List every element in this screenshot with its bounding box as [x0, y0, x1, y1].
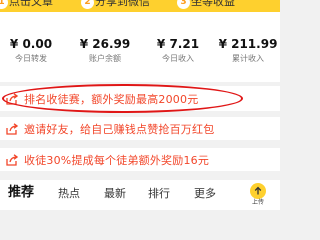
upload-button[interactable]: 上传: [246, 183, 270, 207]
share-icon: [6, 153, 18, 166]
steps-banner: 1 点击文章 2 分享到微信 3 坐等收益: [0, 0, 280, 12]
promo-commission[interactable]: 收徒30%提成每个徒弟额外奖励16元: [0, 148, 280, 171]
promo-text: 收徒30%提成每个徒弟额外奖励16元: [24, 153, 210, 167]
tab-more[interactable]: 更多: [194, 187, 216, 201]
step-label: 点击文章: [9, 0, 53, 8]
stat-today-shares[interactable]: ¥ 0.00 今日转发: [8, 37, 54, 64]
stat-value: ¥ 7.21: [156, 37, 200, 51]
stat-total-income[interactable]: ¥ 211.99 累计收入: [216, 37, 280, 64]
tab-latest[interactable]: 最新: [104, 187, 126, 201]
step-label: 分享到微信: [95, 0, 150, 8]
tab-hot[interactable]: 热点: [58, 187, 80, 201]
upload-label: 上传: [251, 199, 264, 206]
share-icon: [6, 122, 18, 135]
stat-label: 累计收入: [232, 54, 264, 63]
stat-value: ¥ 211.99: [218, 37, 278, 51]
share-icon: [6, 92, 18, 105]
step-number: 3: [177, 0, 190, 9]
promo-invite-friends[interactable]: 邀请好友，给自己赚钱点赞抢百万红包: [0, 117, 280, 140]
step-number: 1: [0, 0, 8, 9]
promo-text: 排名收徒赛，额外奖励最高2000元: [24, 92, 199, 106]
step-click-article: 1 点击文章: [0, 0, 53, 11]
earnings-card: ¥ 0.00 今日转发 ¥ 26.99 账户余额 ¥ 7.21 今日收入 ¥ 2…: [0, 12, 280, 82]
step-number: 2: [81, 0, 94, 9]
step-share-wechat: 2 分享到微信: [81, 0, 150, 11]
stat-account-balance[interactable]: ¥ 26.99 账户余额: [75, 37, 135, 64]
step-wait-earnings: 3 坐等收益: [177, 0, 235, 11]
stat-value: ¥ 0.00: [9, 37, 53, 51]
promo-text: 邀请好友，给自己赚钱点赞抢百万红包: [24, 122, 215, 136]
upload-icon: [250, 183, 266, 199]
stat-label: 今日收入: [162, 54, 194, 63]
stat-today-income[interactable]: ¥ 7.21 今日收入: [150, 37, 206, 64]
tab-ranking[interactable]: 排行: [148, 187, 170, 201]
tab-recommended[interactable]: 推荐: [8, 186, 34, 200]
stat-value: ¥ 26.99: [79, 37, 131, 51]
promo-apprentice-ranking[interactable]: 排名收徒赛，额外奖励最高2000元: [0, 86, 280, 111]
stat-label: 账户余额: [89, 54, 121, 63]
stat-label: 今日转发: [15, 54, 47, 63]
step-label: 坐等收益: [191, 0, 235, 8]
category-tabs: 推荐 热点 最新 排行 更多 上传: [0, 180, 280, 210]
